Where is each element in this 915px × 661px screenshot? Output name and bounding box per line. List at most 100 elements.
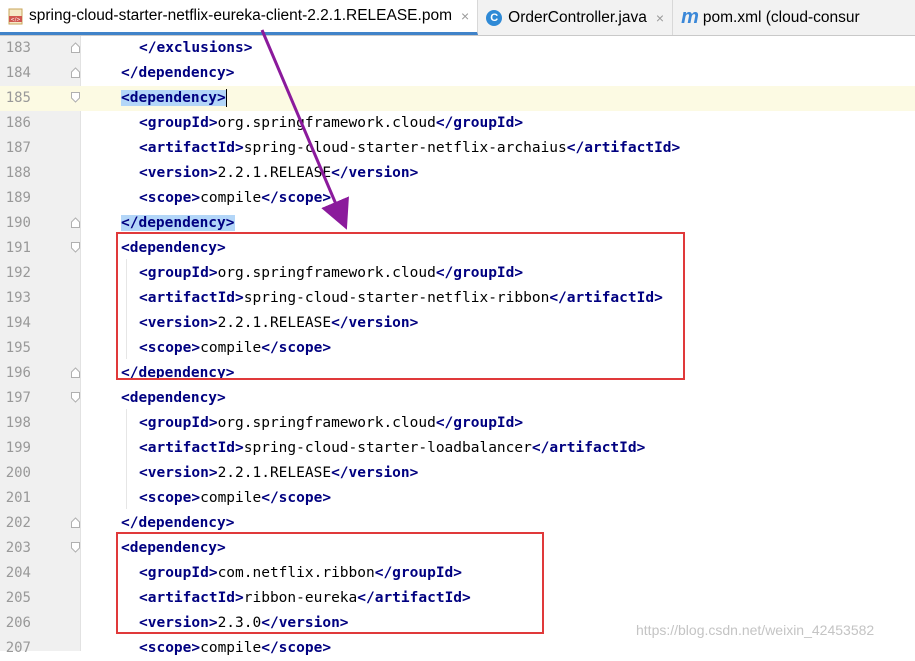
xml-tag: </scope> <box>261 640 332 656</box>
xml-tag: </scope> <box>261 490 332 506</box>
tab-label: pom.xml (cloud-consur <box>702 8 860 26</box>
xml-tag: <scope> <box>139 490 201 506</box>
maven-icon: m <box>681 6 699 28</box>
xml-tag: <artifactId> <box>139 440 244 456</box>
fold-open-icon[interactable] <box>71 542 80 553</box>
fold-close-icon[interactable] <box>71 367 80 378</box>
fold-open-icon[interactable] <box>71 92 80 103</box>
tab-label: OrderController.java <box>508 8 647 26</box>
code-line[interactable]: 186 <groupId>org.springframework.cloud</g… <box>0 111 915 136</box>
svg-text:</>: </> <box>11 17 21 23</box>
xml-tag: </dependency> <box>121 515 235 531</box>
line-number: 205 <box>5 590 31 606</box>
xml-tag: </version> <box>331 165 419 181</box>
code-text: <artifactId>spring-cloud-starter-loadbal… <box>139 436 645 461</box>
code-line[interactable]: 200 <version>2.2.1.RELEASE</version> <box>0 461 915 486</box>
annotation-box-ribbon-dependency <box>116 232 685 380</box>
code-text: <dependency> <box>121 86 227 111</box>
line-number: 192 <box>5 265 31 281</box>
xml-tag: <scope> <box>139 640 201 656</box>
line-number: 189 <box>5 190 31 206</box>
xml-value: spring-cloud-starter-netflix-archaius <box>243 140 567 156</box>
code-line[interactable]: 201 <scope>compile</scope> <box>0 486 915 511</box>
xml-tag: </groupId> <box>435 415 524 431</box>
xml-tag: </scope> <box>261 190 332 206</box>
xml-value: 2.2.1.RELEASE <box>217 165 332 181</box>
xml-tag: </dependency> <box>121 65 235 81</box>
xml-tag: <scope> <box>139 190 201 206</box>
code-text: <groupId>org.springframework.cloud</grou… <box>139 411 523 436</box>
annotation-box-ribbon-eureka-dependency <box>116 532 544 634</box>
line-number: 198 <box>5 415 31 431</box>
line-number: 206 <box>5 615 31 631</box>
fold-close-icon[interactable] <box>71 517 80 528</box>
code-text: <version>2.2.1.RELEASE</version> <box>139 161 418 186</box>
close-tab-icon[interactable]: × <box>656 10 664 26</box>
line-number: 207 <box>5 640 31 656</box>
tab-order-controller[interactable]: C OrderController.java × <box>478 0 674 35</box>
line-number: 202 <box>5 515 31 531</box>
code-text: <dependency> <box>121 386 226 411</box>
code-text: <version>2.2.1.RELEASE</version> <box>139 461 418 486</box>
xml-tag: <version> <box>139 165 218 181</box>
line-number: 190 <box>5 215 31 231</box>
fold-open-icon[interactable] <box>71 392 80 403</box>
xml-tag: <dependency> <box>121 90 226 106</box>
code-text: <groupId>org.springframework.cloud</grou… <box>139 111 523 136</box>
xml-value: compile <box>200 490 262 506</box>
close-tab-icon[interactable]: × <box>461 8 469 24</box>
code-line[interactable]: 187 <artifactId>spring-cloud-starter-netf… <box>0 136 915 161</box>
line-number: 185 <box>5 90 31 106</box>
editor-tab-bar: </> spring-cloud-starter-netflix-eureka-… <box>0 0 915 36</box>
java-class-icon: C <box>486 9 503 26</box>
xml-tag: </artifactId> <box>566 140 681 156</box>
line-number: 186 <box>5 115 31 131</box>
xml-value: org.springframework.cloud <box>217 115 436 131</box>
xml-value: compile <box>200 640 262 656</box>
line-number: 201 <box>5 490 31 506</box>
xml-value: spring-cloud-starter-loadbalancer <box>243 440 532 456</box>
xml-tag: </groupId> <box>435 115 524 131</box>
code-text: <scope>compile</scope> <box>139 486 331 511</box>
xml-value: org.springframework.cloud <box>217 415 436 431</box>
xml-value: compile <box>200 190 262 206</box>
xml-tag: </dependency> <box>121 215 235 231</box>
xml-tag: </exclusions> <box>139 40 253 56</box>
tab-pom-xml[interactable]: m pom.xml (cloud-consur <box>673 0 868 35</box>
code-line[interactable]: 184 </dependency> <box>0 61 915 86</box>
code-line[interactable]: 183 </exclusions> <box>0 36 915 61</box>
line-number: 199 <box>5 440 31 456</box>
line-number: 183 <box>5 40 31 56</box>
code-line[interactable]: 185 <dependency> <box>0 86 915 111</box>
line-number: 196 <box>5 365 31 381</box>
xml-tag: <groupId> <box>139 415 218 431</box>
code-line[interactable]: 199 <artifactId>spring-cloud-starter-load… <box>0 436 915 461</box>
code-line[interactable]: 198 <groupId>org.springframework.cloud</g… <box>0 411 915 436</box>
code-line[interactable]: 188 <version>2.2.1.RELEASE</version> <box>0 161 915 186</box>
xml-tag: <artifactId> <box>139 140 244 156</box>
line-number: 194 <box>5 315 31 331</box>
fold-close-icon[interactable] <box>71 217 80 228</box>
text-caret <box>225 89 227 107</box>
line-number: 187 <box>5 140 31 156</box>
code-text: <scope>compile</scope> <box>139 186 331 211</box>
code-line[interactable]: 207 <scope>compile</scope> <box>0 636 915 661</box>
code-line[interactable]: 197 <dependency> <box>0 386 915 411</box>
fold-close-icon[interactable] <box>71 42 80 53</box>
xml-tag: </artifactId> <box>531 440 646 456</box>
code-text: </dependency> <box>121 61 235 86</box>
xml-tag: <groupId> <box>139 115 218 131</box>
code-text: <scope>compile</scope> <box>139 636 331 661</box>
line-number: 197 <box>5 390 31 406</box>
line-number: 188 <box>5 165 31 181</box>
line-number: 195 <box>5 340 31 356</box>
line-number: 203 <box>5 540 31 556</box>
fold-open-icon[interactable] <box>71 242 80 253</box>
fold-close-icon[interactable] <box>71 67 80 78</box>
code-text: </exclusions> <box>139 36 253 61</box>
watermark: https://blog.csdn.net/weixin_42453582 <box>636 622 875 638</box>
xml-tag: </version> <box>331 465 419 481</box>
xml-value: 2.2.1.RELEASE <box>217 465 332 481</box>
tab-eureka-client-pom[interactable]: </> spring-cloud-starter-netflix-eureka-… <box>0 0 479 35</box>
code-line[interactable]: 189 <scope>compile</scope> <box>0 186 915 211</box>
